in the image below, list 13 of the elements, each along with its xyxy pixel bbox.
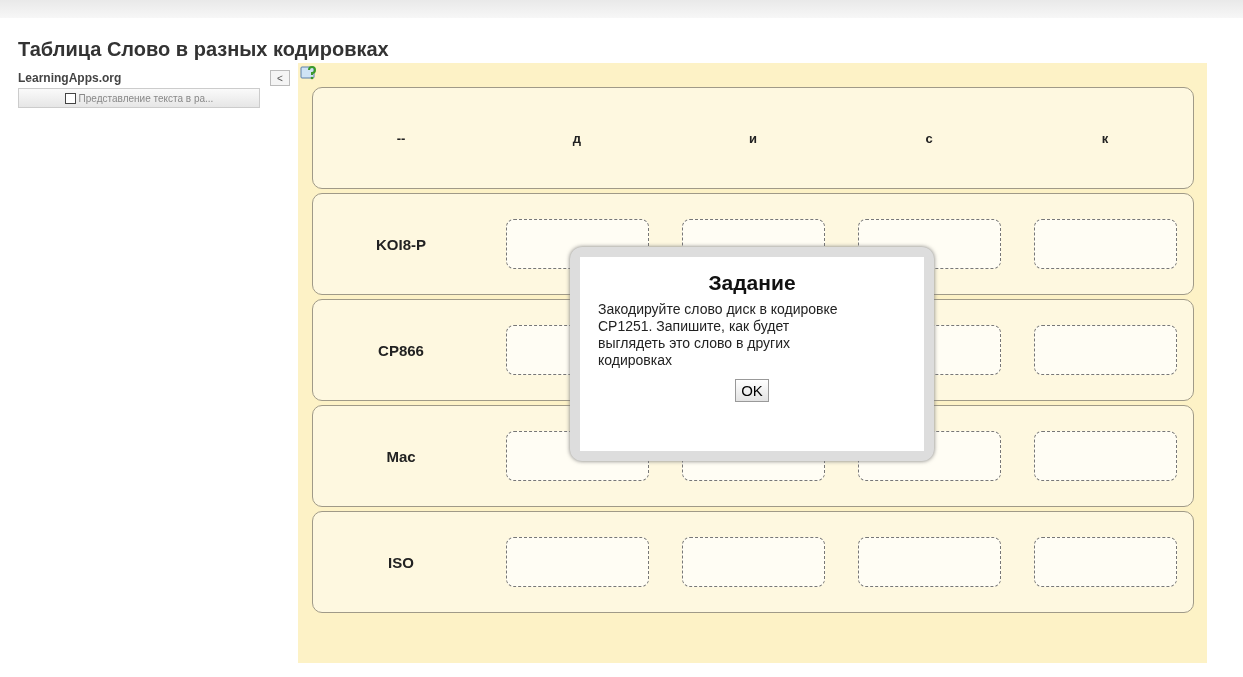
page-title: Таблица Слово в разных кодировках	[18, 38, 390, 62]
dialog-title: Задание	[707, 271, 797, 295]
dialog-text: Закодируйте слово диск в кодировке CP1251. Запишите, как будет выглядеть это слово в других кодировках	[598, 301, 839, 369]
row-label: KOI8-P	[376, 235, 426, 253]
column-header: д	[572, 130, 582, 146]
row-label: CP866	[378, 341, 424, 359]
row-label: ISO	[388, 553, 414, 571]
column-header: и	[749, 130, 757, 146]
column-header: --	[396, 130, 406, 146]
column-header: к	[1101, 130, 1109, 146]
brand-label: LearningApps.org	[18, 71, 122, 85]
row-label: Mac	[386, 447, 416, 465]
column-header: с	[925, 130, 933, 146]
